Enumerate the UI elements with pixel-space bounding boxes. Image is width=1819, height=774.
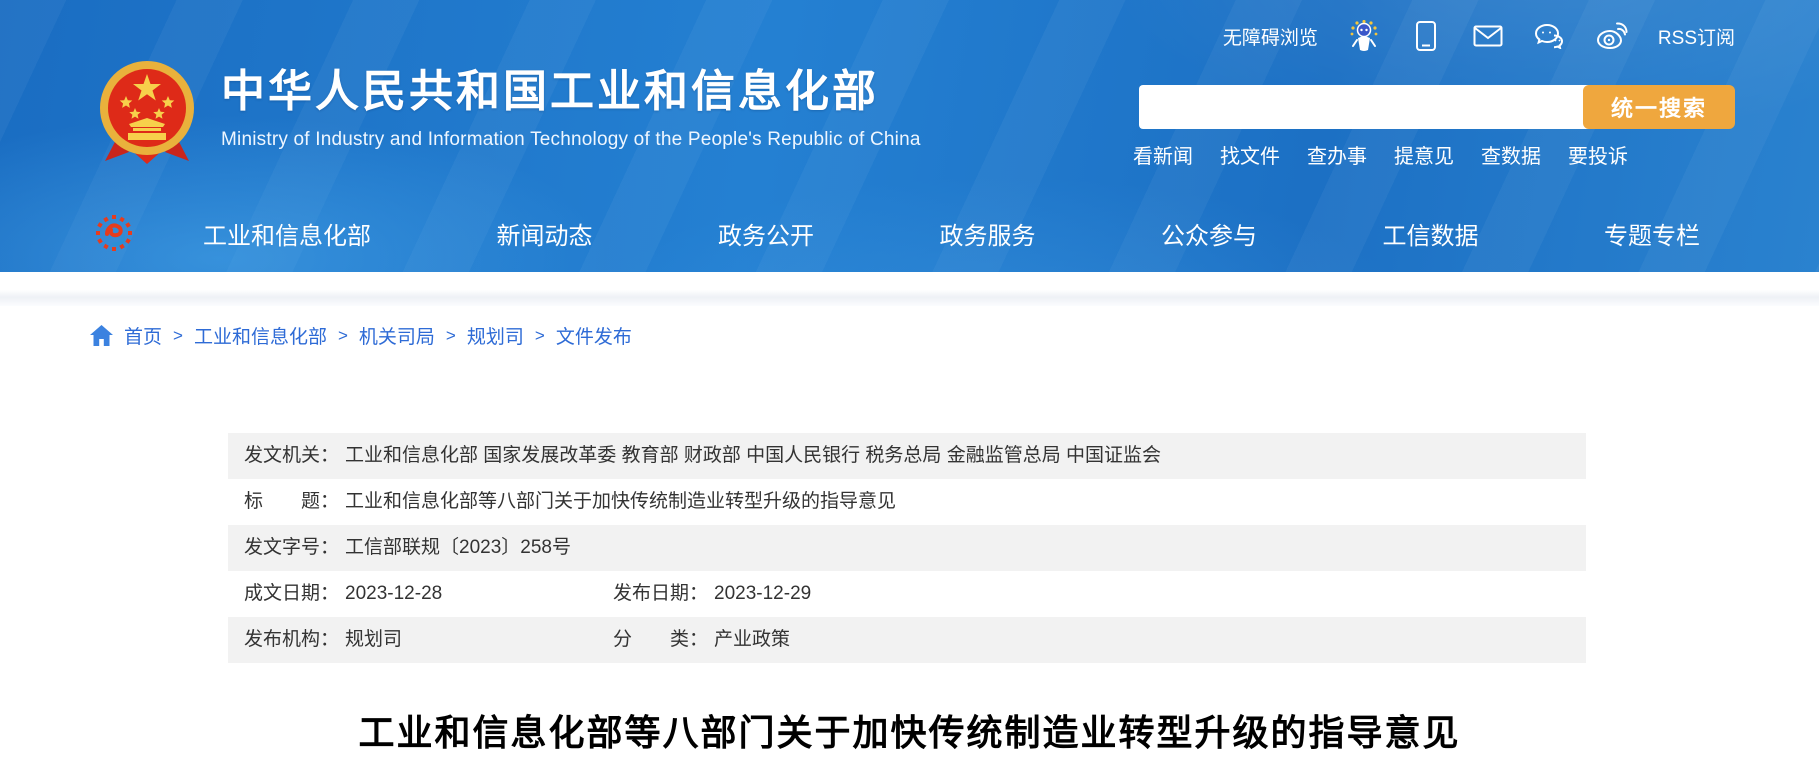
page: 无障碍浏览 <box>0 0 1819 774</box>
nav-item-gov-services[interactable]: 政务服务 <box>940 216 1036 251</box>
mail-icon[interactable] <box>1472 20 1504 52</box>
quick-link-complaint[interactable]: 要投诉 <box>1568 140 1628 169</box>
breadcrumb-miit[interactable]: 工业和信息化部 <box>194 322 327 349</box>
breadcrumb-document-release[interactable]: 文件发布 <box>556 322 632 349</box>
home-icon <box>90 325 113 346</box>
meta-value: 2023-12-29 <box>714 583 811 604</box>
nav-item-special-topics[interactable]: 专题专栏 <box>1604 216 1700 251</box>
breadcrumb-planning-dept[interactable]: 规划司 <box>467 322 524 349</box>
meta-value: 工业和信息化部 国家发展改革委 教育部 财政部 中国人民银行 税务总局 金融监管… <box>345 445 1161 466</box>
weibo-icon[interactable] <box>1596 20 1628 52</box>
breadcrumb-separator: > <box>338 326 348 346</box>
accessibility-link[interactable]: 无障碍浏览 <box>1223 23 1318 50</box>
breadcrumb-separator: > <box>446 326 456 346</box>
meta-row-publisher-category: 发布机构： 规划司 分 类： 产业政策 <box>228 617 1586 663</box>
meta-row-issuing-agency: 发文机关： 工业和信息化部 国家发展改革委 教育部 财政部 中国人民银行 税务总局… <box>228 433 1586 479</box>
wechat-icon[interactable] <box>1534 20 1566 52</box>
breadcrumb: 首页 > 工业和信息化部 > 机关司局 > 规划司 > 文件发布 <box>90 322 632 349</box>
brand-text: 中华人民共和国工业和信息化部 Ministry of Industry and … <box>221 58 921 151</box>
meta-col2: 分 类： 产业政策 <box>613 617 790 663</box>
breadcrumb-separator: > <box>535 326 545 346</box>
meta-label: 标 题： <box>244 491 339 512</box>
quick-link-services[interactable]: 查办事 <box>1307 140 1367 169</box>
utility-bar: 无障碍浏览 <box>1223 20 1735 52</box>
meta-label: 发文字号： <box>244 537 339 558</box>
nav-item-participation[interactable]: 公众参与 <box>1161 216 1257 251</box>
meta-value: 工信部联规〔2023〕258号 <box>345 537 571 558</box>
header-separator <box>0 272 1819 306</box>
meta-row-dates: 成文日期： 2023-12-28 发布日期： 2023-12-29 <box>228 571 1586 617</box>
search-input[interactable] <box>1139 85 1589 129</box>
article-title: 工业和信息化部等八部门关于加快传统制造业转型升级的指导意见 <box>0 704 1819 756</box>
breadcrumb-separator: > <box>173 326 183 346</box>
meta-label: 发布机构： <box>244 629 339 650</box>
meta-value: 规划司 <box>345 629 402 650</box>
meta-label: 发布日期： <box>613 583 708 604</box>
nav-item-news[interactable]: 新闻动态 <box>497 216 593 251</box>
meta-label: 成文日期： <box>244 583 339 604</box>
site-header: 无障碍浏览 <box>0 0 1819 272</box>
quick-link-news[interactable]: 看新闻 <box>1133 140 1193 169</box>
nav-item-gov-info[interactable]: 政务公开 <box>718 216 814 251</box>
miit-gear-e-logo-icon <box>95 214 133 252</box>
robot-mascot-icon[interactable] <box>1348 20 1380 52</box>
nav-item-data[interactable]: 工信数据 <box>1383 216 1479 251</box>
search-bar: 统一搜索 <box>1139 85 1735 129</box>
rss-link[interactable]: RSS订阅 <box>1658 23 1735 50</box>
meta-row-doc-number: 发文字号： 工信部联规〔2023〕258号 <box>228 525 1586 571</box>
site-subtitle: Ministry of Industry and Information Tec… <box>221 129 921 151</box>
quick-link-files[interactable]: 找文件 <box>1220 140 1280 169</box>
breadcrumb-departments[interactable]: 机关司局 <box>359 322 435 349</box>
breadcrumb-home[interactable]: 首页 <box>124 322 162 349</box>
meta-label: 分 类： <box>613 629 708 650</box>
document-meta-table: 发文机关： 工业和信息化部 国家发展改革委 教育部 财政部 中国人民银行 税务总局… <box>228 433 1586 663</box>
nav-items: 工业和信息化部 新闻动态 政务公开 政务服务 公众参与 工信数据 专题专栏 <box>203 194 1700 272</box>
quick-link-data[interactable]: 查数据 <box>1481 140 1541 169</box>
national-emblem-icon <box>95 58 199 168</box>
main-nav: 工业和信息化部 新闻动态 政务公开 政务服务 公众参与 工信数据 专题专栏 <box>0 194 1819 272</box>
nav-item-miit[interactable]: 工业和信息化部 <box>203 216 371 251</box>
site-title: 中华人民共和国工业和信息化部 <box>221 66 921 119</box>
meta-value: 2023-12-28 <box>345 583 442 604</box>
meta-row-title: 标 题： 工业和信息化部等八部门关于加快传统制造业转型升级的指导意见 <box>228 479 1586 525</box>
unified-search-button[interactable]: 统一搜索 <box>1583 85 1735 129</box>
brand: 中华人民共和国工业和信息化部 Ministry of Industry and … <box>95 58 921 168</box>
meta-value: 工业和信息化部等八部门关于加快传统制造业转型升级的指导意见 <box>345 491 896 512</box>
mobile-app-icon[interactable] <box>1410 20 1442 52</box>
meta-value: 产业政策 <box>714 629 790 650</box>
quick-links: 看新闻 找文件 查办事 提意见 查数据 要投诉 <box>1133 140 1628 169</box>
meta-col2: 发布日期： 2023-12-29 <box>613 571 811 617</box>
meta-label: 发文机关： <box>244 445 339 466</box>
quick-link-suggest[interactable]: 提意见 <box>1394 140 1454 169</box>
